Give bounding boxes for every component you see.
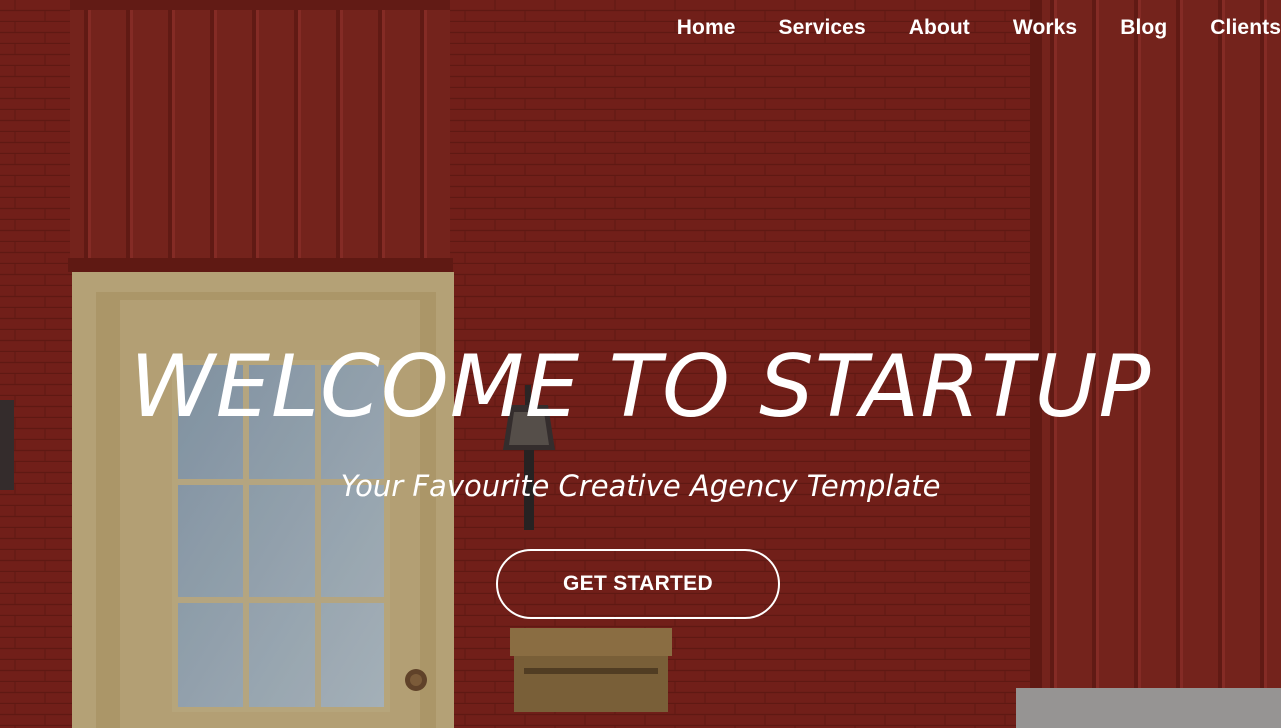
nav-item-works[interactable]: Works xyxy=(1013,16,1077,40)
get-started-button[interactable]: GET STARTED xyxy=(496,549,780,619)
main-nav: Home Services About Works Blog Clients xyxy=(677,0,1281,56)
nav-item-blog[interactable]: Blog xyxy=(1120,16,1167,40)
nav-item-clients[interactable]: Clients xyxy=(1210,16,1281,40)
nav-item-services[interactable]: Services xyxy=(779,16,866,40)
hero-subtitle: Your Favourite Creative Agency Template xyxy=(340,469,941,503)
hero-section: Home Services About Works Blog Clients W… xyxy=(0,0,1281,728)
hero-title: WELCOME TO STARTUP xyxy=(129,337,1152,437)
nav-item-home[interactable]: Home xyxy=(677,16,736,40)
nav-item-about[interactable]: About xyxy=(909,16,970,40)
